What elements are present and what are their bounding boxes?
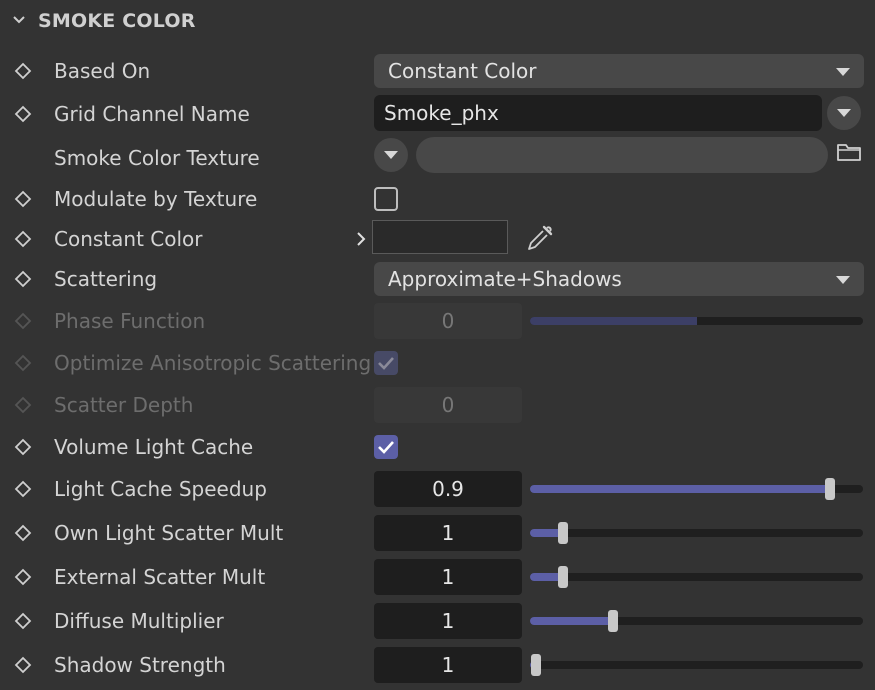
light-cache-speedup-value: 0.9 bbox=[432, 477, 464, 501]
label-phase-function: Phase Function bbox=[54, 309, 206, 333]
section-header-smoke-color[interactable]: SMOKE COLOR bbox=[0, 0, 875, 44]
shadow-strength-slider[interactable] bbox=[530, 654, 863, 676]
row-modulate-by-texture: Modulate by Texture bbox=[0, 178, 875, 220]
modulate-by-texture-checkbox[interactable] bbox=[374, 187, 398, 211]
based-on-dropdown[interactable]: Constant Color bbox=[374, 54, 864, 88]
own-light-scatter-mult-value: 1 bbox=[441, 521, 455, 545]
keyframe-diamond-icon[interactable] bbox=[14, 62, 32, 80]
keyframe-diamond-icon[interactable] bbox=[14, 230, 32, 248]
phase-function-value: 0 bbox=[441, 309, 455, 333]
keyframe-diamond-icon[interactable] bbox=[14, 656, 32, 674]
row-based-on: Based On Constant Color bbox=[0, 50, 875, 92]
row-own-light-scatter-mult: Own Light Scatter Mult 1 bbox=[0, 512, 875, 554]
slider-fill bbox=[530, 617, 613, 625]
label-modulate-by-texture: Modulate by Texture bbox=[54, 187, 258, 211]
smoke-color-texture-field[interactable] bbox=[416, 137, 828, 173]
label-diffuse-multiplier: Diffuse Multiplier bbox=[54, 609, 224, 633]
label-scattering: Scattering bbox=[54, 267, 158, 291]
keyframe-diamond-icon[interactable] bbox=[14, 270, 32, 288]
label-optimize-anisotropic-scattering: Optimize Anisotropic Scattering bbox=[54, 351, 372, 375]
label-scatter-depth: Scatter Depth bbox=[54, 393, 194, 417]
row-external-scatter-mult: External Scatter Mult 1 bbox=[0, 556, 875, 598]
slider-handle[interactable] bbox=[558, 522, 568, 544]
label-volume-light-cache: Volume Light Cache bbox=[54, 435, 254, 459]
row-diffuse-multiplier: Diffuse Multiplier 1 bbox=[0, 600, 875, 642]
label-own-light-scatter-mult: Own Light Scatter Mult bbox=[54, 521, 284, 545]
based-on-value: Constant Color bbox=[388, 59, 537, 83]
row-optimize-anisotropic-scattering: Optimize Anisotropic Scattering bbox=[0, 342, 875, 384]
eyedropper-icon[interactable] bbox=[524, 222, 556, 254]
label-light-cache-speedup: Light Cache Speedup bbox=[54, 477, 267, 501]
slider-handle[interactable] bbox=[608, 610, 618, 632]
label-grid-channel-name: Grid Channel Name bbox=[54, 102, 250, 126]
checkmark-icon bbox=[378, 441, 394, 454]
slider-fill bbox=[530, 485, 830, 493]
keyframe-diamond-icon bbox=[14, 312, 32, 330]
constant-color-swatch[interactable] bbox=[372, 220, 508, 254]
chevron-right-icon[interactable] bbox=[355, 231, 367, 247]
row-smoke-color-texture: Smoke Color Texture bbox=[0, 137, 875, 179]
scatter-depth-value: 0 bbox=[441, 393, 455, 417]
label-smoke-color-texture: Smoke Color Texture bbox=[54, 146, 260, 170]
row-grid-channel-name: Grid Channel Name Smoke_phx bbox=[0, 93, 875, 135]
scatter-depth-input: 0 bbox=[374, 387, 522, 423]
diffuse-multiplier-input[interactable]: 1 bbox=[374, 603, 522, 639]
grid-channel-name-input[interactable]: Smoke_phx bbox=[374, 95, 822, 131]
keyframe-diamond-icon bbox=[14, 354, 32, 372]
row-phase-function: Phase Function 0 bbox=[0, 300, 875, 342]
optimize-anisotropic-checkbox bbox=[374, 351, 398, 375]
label-shadow-strength: Shadow Strength bbox=[54, 653, 226, 677]
slider-handle[interactable] bbox=[558, 566, 568, 588]
external-scatter-mult-slider[interactable] bbox=[530, 566, 863, 588]
dropdown-arrow-icon bbox=[836, 276, 850, 284]
keyframe-diamond-icon[interactable] bbox=[14, 190, 32, 208]
phase-function-slider bbox=[530, 317, 863, 325]
slider-fill bbox=[530, 317, 697, 325]
row-scattering: Scattering Approximate+Shadows bbox=[0, 258, 875, 300]
slider-handle[interactable] bbox=[531, 654, 541, 676]
row-scatter-depth: Scatter Depth 0 bbox=[0, 384, 875, 426]
grid-channel-name-value: Smoke_phx bbox=[384, 101, 499, 125]
keyframe-diamond-icon[interactable] bbox=[14, 524, 32, 542]
own-light-scatter-mult-input[interactable]: 1 bbox=[374, 515, 522, 551]
keyframe-diamond-icon[interactable] bbox=[14, 568, 32, 586]
slider-handle[interactable] bbox=[825, 478, 835, 500]
row-light-cache-speedup: Light Cache Speedup 0.9 bbox=[0, 468, 875, 510]
diffuse-multiplier-value: 1 bbox=[441, 609, 455, 633]
checkmark-icon bbox=[378, 357, 394, 370]
keyframe-diamond-icon[interactable] bbox=[14, 480, 32, 498]
chevron-down-icon bbox=[837, 109, 851, 117]
keyframe-diamond-icon bbox=[14, 396, 32, 414]
scattering-value: Approximate+Shadows bbox=[388, 267, 622, 291]
folder-icon[interactable] bbox=[836, 141, 862, 163]
light-cache-speedup-slider[interactable] bbox=[530, 478, 863, 500]
external-scatter-mult-value: 1 bbox=[441, 565, 455, 589]
keyframe-diamond-icon[interactable] bbox=[14, 105, 32, 123]
own-light-scatter-mult-slider[interactable] bbox=[530, 522, 863, 544]
light-cache-speedup-input[interactable]: 0.9 bbox=[374, 471, 522, 507]
grid-channel-dropdown-button[interactable] bbox=[827, 96, 861, 130]
external-scatter-mult-input[interactable]: 1 bbox=[374, 559, 522, 595]
section-title: SMOKE COLOR bbox=[38, 10, 196, 32]
dropdown-arrow-icon bbox=[836, 68, 850, 76]
label-based-on: Based On bbox=[54, 59, 151, 83]
shadow-strength-input[interactable]: 1 bbox=[374, 647, 522, 683]
shadow-strength-value: 1 bbox=[441, 653, 455, 677]
diffuse-multiplier-slider[interactable] bbox=[530, 610, 863, 632]
volume-light-cache-checkbox[interactable] bbox=[374, 435, 398, 459]
keyframe-diamond-icon[interactable] bbox=[14, 612, 32, 630]
chevron-down-icon[interactable] bbox=[12, 13, 26, 27]
texture-options-button[interactable] bbox=[374, 138, 408, 172]
row-shadow-strength: Shadow Strength 1 bbox=[0, 644, 875, 686]
scattering-dropdown[interactable]: Approximate+Shadows bbox=[374, 262, 864, 296]
label-external-scatter-mult: External Scatter Mult bbox=[54, 565, 266, 589]
row-constant-color: Constant Color bbox=[0, 218, 875, 260]
label-constant-color: Constant Color bbox=[54, 227, 203, 251]
keyframe-diamond-icon[interactable] bbox=[14, 438, 32, 456]
chevron-down-icon bbox=[384, 151, 398, 159]
row-volume-light-cache: Volume Light Cache bbox=[0, 426, 875, 468]
phase-function-input: 0 bbox=[374, 303, 522, 339]
